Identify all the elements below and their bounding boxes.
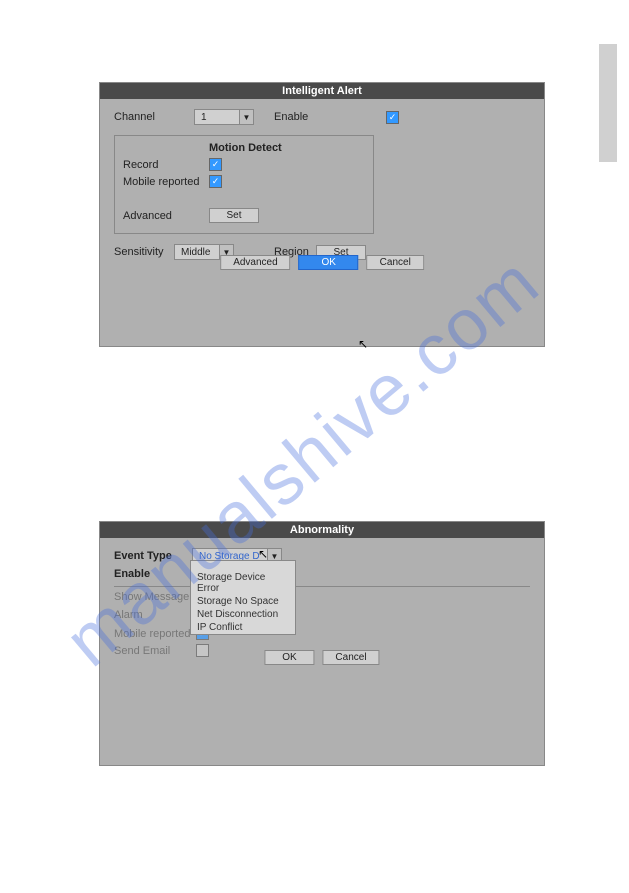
show-message-label: Show Message [114,591,192,603]
record-checkbox[interactable]: ✓ [209,158,222,171]
mobile-reported-checkbox[interactable]: ✓ [209,175,222,188]
enable-checkbox[interactable]: ✓ [386,111,399,124]
enable-label: Enable [274,111,324,123]
advanced-button[interactable]: Advanced [220,255,290,270]
mobile-reported-label: Mobile reported [114,628,196,640]
cancel-button[interactable]: Cancel [322,650,379,665]
event-type-options[interactable]: Storage Device Error Storage No Space Ne… [190,560,296,635]
abnormality-panel: Abnormality Event Type No Storage D ▼ En… [99,521,545,766]
channel-dropdown[interactable]: 1 ▼ [194,109,254,125]
panel-title: Intelligent Alert [100,83,544,99]
sensitivity-label: Sensitivity [114,246,174,258]
panel-title: Abnormality [100,522,544,538]
sensitivity-value: Middle [175,247,219,258]
event-option[interactable]: Net Disconnection [191,608,295,621]
send-email-checkbox[interactable] [196,644,209,657]
channel-label: Channel [114,111,194,123]
event-option[interactable]: Storage No Space [191,595,295,608]
ok-button[interactable]: OK [264,650,314,665]
event-option[interactable]: IP Conflict [191,621,295,634]
advanced-label: Advanced [123,210,209,222]
event-type-label: Event Type [114,550,192,562]
alarm-label: Alarm [114,609,192,621]
chevron-down-icon: ▼ [239,110,253,124]
cursor-icon: ↖ [358,337,368,351]
intelligent-alert-panel: Intelligent Alert Channel 1 ▼ Enable ✓ M… [99,82,545,347]
enable-label: Enable [114,568,192,580]
ok-button[interactable]: OK [299,255,359,270]
event-option[interactable]: Storage Device Error [191,571,295,595]
channel-value: 1 [195,112,239,123]
motion-detect-label: Motion Detect [209,142,282,154]
mobile-reported-label: Mobile reported [123,176,209,188]
advanced-set-button[interactable]: Set [209,208,259,223]
motion-detect-box: Motion Detect Record ✓ Mobile reported ✓… [114,135,374,234]
send-email-label: Send Email [114,645,196,657]
scrollbar-thumb[interactable] [599,44,617,162]
cancel-button[interactable]: Cancel [367,255,424,270]
record-label: Record [123,159,209,171]
